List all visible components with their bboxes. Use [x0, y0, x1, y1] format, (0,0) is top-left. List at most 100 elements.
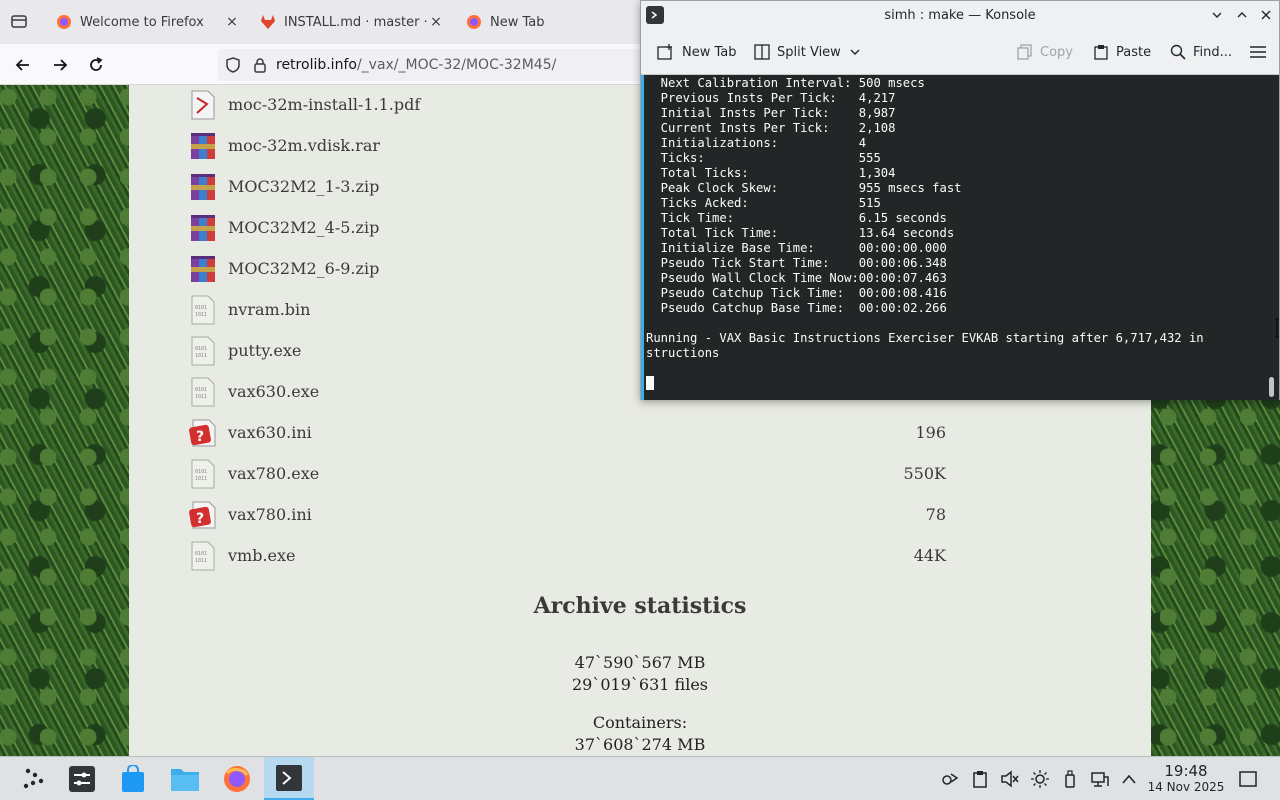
application-launcher-button[interactable] [8, 757, 58, 800]
archive-file-icon [189, 213, 217, 243]
tab-welcome-firefox[interactable]: Welcome to Firefox × [46, 4, 246, 40]
svg-text:0101: 0101 [195, 551, 207, 557]
terminal-scrollbar[interactable] [1269, 377, 1274, 397]
firefox-icon [224, 766, 250, 792]
file-link[interactable]: MOC32M2_1-3.zip [228, 177, 379, 196]
kdeconnect-tray-icon[interactable] [940, 769, 960, 789]
file-size: 44K [913, 546, 946, 565]
reload-button[interactable] [83, 52, 109, 78]
brightness-tray-icon[interactable] [1030, 769, 1050, 789]
konsole-toolbar: New Tab Split View Copy Paste Find... [641, 29, 1279, 75]
show-desktop-button[interactable] [1238, 769, 1258, 789]
split-view-label: Split View [777, 44, 841, 60]
konsole-taskbar-item[interactable] [264, 757, 314, 800]
file-link[interactable]: nvram.bin [228, 300, 310, 319]
new-tab-icon [657, 44, 672, 60]
usb-devices-tray-icon[interactable] [1060, 769, 1080, 789]
terminal-line: Pseudo Catchup Tick Time: 00:00:08.416 [646, 286, 947, 300]
firefox-icon [57, 15, 71, 29]
sun-icon [1031, 770, 1049, 788]
konsole-title-bar[interactable]: simh : make — Konsole [641, 1, 1279, 29]
tab-label: Welcome to Firefox [80, 14, 204, 30]
close-tab-icon[interactable]: × [224, 14, 240, 30]
svg-text:0101: 0101 [195, 346, 207, 352]
total-files-stat: 29`019`631 files [572, 675, 708, 694]
svg-text:1011: 1011 [195, 394, 207, 400]
terminal-line: Ticks: 555 [646, 151, 881, 165]
file-size: 78 [925, 505, 946, 524]
close-button[interactable] [1257, 6, 1275, 24]
terminal-app-icon[interactable] [646, 6, 664, 24]
discover-taskbar-item[interactable] [108, 757, 158, 800]
svg-text:1011: 1011 [195, 476, 207, 482]
paste-icon [1094, 45, 1108, 60]
maximize-button[interactable] [1233, 6, 1251, 24]
system-settings-taskbar-item[interactable] [57, 757, 107, 800]
svg-text:1011: 1011 [195, 558, 207, 564]
file-row: ? vax630.ini 196 [189, 412, 949, 453]
close-icon [1261, 10, 1271, 20]
terminal-line: Pseudo Catchup Base Time: 00:00:02.266 [646, 301, 947, 315]
file-link[interactable]: moc-32m.vdisk.rar [228, 136, 380, 155]
file-link[interactable]: vax630.exe [228, 382, 319, 401]
file-link[interactable]: putty.exe [228, 341, 301, 360]
file-link[interactable]: moc-32m-install-1.1.pdf [228, 95, 420, 114]
binary-file-icon: 0101 1011 [189, 459, 217, 489]
binary-file-icon: 0101 1011 [189, 377, 217, 407]
file-row: ? vax780.ini 78 [189, 494, 949, 535]
chevron-down-icon [1212, 12, 1222, 18]
svg-text:?: ? [196, 511, 204, 527]
file-link[interactable]: MOC32M2_6-9.zip [228, 259, 379, 278]
forward-button[interactable] [47, 52, 73, 78]
svg-text:0101: 0101 [195, 469, 207, 475]
terminal-line: Running - VAX Basic Instructions Exercis… [646, 331, 1204, 345]
desktop-icon [1239, 771, 1257, 787]
terminal-line: Tick Time: 6.15 seconds [646, 211, 947, 225]
paste-button[interactable]: Paste [1093, 41, 1151, 63]
file-link[interactable]: vax780.exe [228, 464, 319, 483]
find-label: Find... [1193, 44, 1233, 60]
hamburger-menu-button[interactable] [1249, 41, 1274, 63]
dolphin-taskbar-item[interactable] [160, 757, 210, 800]
shield-icon[interactable] [224, 56, 242, 74]
close-tab-icon[interactable]: × [428, 14, 444, 30]
split-view-icon [754, 44, 770, 60]
paste-label: Paste [1116, 44, 1152, 60]
new-tab-button[interactable]: New Tab [657, 41, 737, 63]
copy-button[interactable]: Copy [1017, 41, 1073, 63]
minimize-button[interactable] [1208, 6, 1226, 24]
lock-icon[interactable] [252, 57, 268, 73]
back-button[interactable] [10, 52, 36, 78]
find-button[interactable]: Find... [1170, 41, 1232, 63]
volume-muted-icon [1001, 770, 1019, 788]
terminal-output-area[interactable]: Next Calibration Interval: 500 msecs Pre… [641, 75, 1279, 400]
binary-file-icon: 0101 1011 [189, 541, 217, 571]
digital-clock[interactable]: 19:48 14 Nov 2025 [1144, 763, 1228, 795]
chevron-up-icon [1122, 774, 1136, 784]
volume-tray-icon[interactable] [1000, 769, 1020, 789]
clipboard-tray-icon[interactable] [970, 769, 990, 789]
tab-new-tab[interactable]: New Tab [456, 4, 636, 40]
file-link[interactable]: vax630.ini [228, 423, 312, 442]
settings-sliders-icon [69, 766, 95, 792]
split-view-button[interactable]: Split View [754, 41, 868, 63]
arrow-right-icon [54, 59, 68, 71]
file-link[interactable]: vax780.ini [228, 505, 312, 524]
archive-file-icon [189, 131, 217, 161]
url-path: /_vax/_MOC-32/MOC-32M45/ [356, 57, 557, 73]
tab-install-md[interactable]: INSTALL.md · master · v × [250, 4, 450, 40]
file-link[interactable]: vmb.exe [228, 546, 296, 565]
chevron-up-icon [1237, 12, 1247, 18]
tab-overview-button[interactable] [6, 8, 32, 34]
unknown-file-icon: ? [189, 418, 217, 448]
file-link[interactable]: MOC32M2_4-5.zip [228, 218, 379, 237]
firefox-taskbar-item[interactable] [212, 757, 262, 800]
containers-size-stat: 37`608`274 MB [574, 735, 706, 754]
network-tray-icon[interactable] [1090, 769, 1110, 789]
show-hidden-icons-button[interactable] [1119, 769, 1139, 789]
archive-file-icon [189, 254, 217, 284]
clock-time: 19:48 [1164, 762, 1208, 780]
terminal-line: Initialize Base Time: 00:00:00.000 [646, 241, 947, 255]
terminal-line: Previous Insts Per Tick: 4,217 [646, 91, 896, 105]
